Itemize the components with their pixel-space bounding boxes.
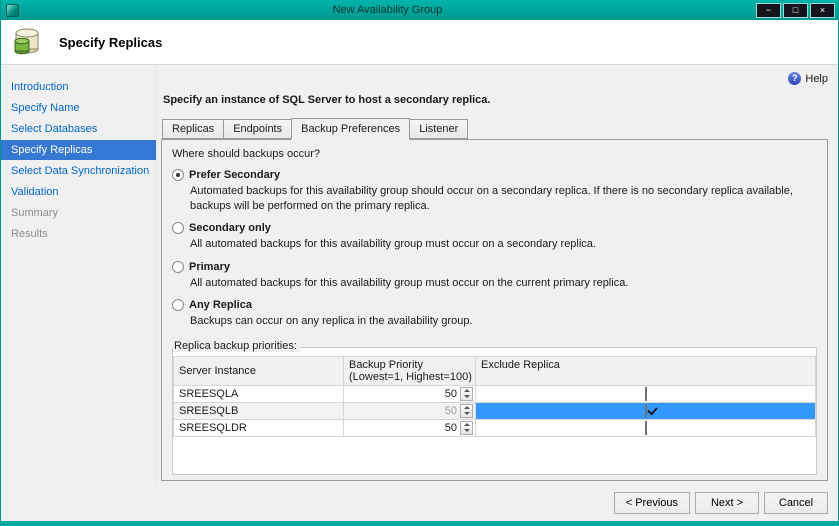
window-controls: − □ ×: [756, 3, 835, 18]
exclude-checkbox[interactable]: [645, 421, 647, 435]
database-icon: [11, 24, 45, 61]
sidebar-item-specify-name[interactable]: Specify Name: [1, 98, 156, 118]
tab-strip: Replicas Endpoints Backup Preferences Li…: [161, 118, 828, 139]
minimize-button[interactable]: −: [756, 3, 781, 18]
radio-primary[interactable]: Primary: [172, 261, 817, 273]
option-label: Primary: [189, 261, 230, 273]
radio-icon: [172, 261, 184, 273]
column-header-line1: Backup Priority: [349, 359, 470, 372]
priority-spinner: [460, 404, 473, 418]
column-header-backup-priority: Backup Priority (Lowest=1, Highest=100): [344, 356, 476, 385]
spinner-down-icon[interactable]: [461, 428, 472, 434]
page-title: Specify Replicas: [59, 35, 162, 50]
exclude-checkbox[interactable]: [645, 387, 647, 401]
option-primary: Primary All automated backups for this a…: [172, 261, 817, 291]
help-label: Help: [805, 73, 828, 85]
tab-replicas[interactable]: Replicas: [162, 119, 224, 139]
instruction-text: Specify an instance of SQL Server to hos…: [163, 94, 828, 106]
titlebar[interactable]: New Availability Group − □ ×: [1, 0, 838, 20]
option-label: Any Replica: [189, 299, 252, 311]
exclude-cell: [476, 402, 816, 419]
backup-question: Where should backups occur?: [172, 148, 818, 160]
column-header-server-instance: Server Instance: [174, 356, 344, 385]
exclude-checkbox[interactable]: [645, 404, 647, 418]
priority-value: 50: [445, 388, 457, 400]
priority-value: 50: [445, 405, 457, 417]
spinner-down-icon[interactable]: [461, 394, 472, 400]
server-cell[interactable]: SREESQLDR: [174, 419, 344, 436]
wizard-body: Introduction Specify Name Select Databas…: [1, 65, 838, 485]
priority-value: 50: [445, 422, 457, 434]
priority-spinner: [460, 387, 473, 401]
radio-icon: [172, 299, 184, 311]
tab-backup-preferences[interactable]: Backup Preferences: [291, 118, 410, 140]
radio-icon: [172, 222, 184, 234]
priorities-group-label: Replica backup priorities:: [173, 340, 301, 352]
help-link[interactable]: ? Help: [161, 71, 828, 86]
option-description: All automated backups for this availabil…: [190, 276, 817, 291]
server-cell[interactable]: SREESQLA: [174, 385, 344, 402]
spinner-down-icon[interactable]: [461, 411, 472, 417]
cancel-button[interactable]: Cancel: [764, 492, 828, 514]
radio-prefer-secondary[interactable]: Prefer Secondary: [172, 169, 817, 181]
next-button[interactable]: Next >: [695, 492, 759, 514]
server-cell[interactable]: SREESQLB: [174, 402, 344, 419]
option-description: Automated backups for this availability …: [190, 184, 817, 213]
window-title: New Availability Group: [19, 4, 756, 16]
steps-sidebar: Introduction Specify Name Select Databas…: [1, 65, 157, 485]
table-row: SREESQLDR 50: [174, 419, 816, 436]
option-prefer-secondary: Prefer Secondary Automated backups for t…: [172, 169, 817, 213]
column-header-line2: (Lowest=1, Highest=100): [349, 371, 470, 384]
radio-any-replica[interactable]: Any Replica: [172, 299, 817, 311]
option-label: Secondary only: [189, 222, 271, 234]
footer-bar: < Previous Next > Cancel: [1, 485, 838, 521]
exclude-cell: [476, 385, 816, 402]
sidebar-item-select-databases[interactable]: Select Databases: [1, 119, 156, 139]
option-secondary-only: Secondary only All automated backups for…: [172, 222, 817, 252]
help-icon: ?: [788, 72, 801, 85]
maximize-button[interactable]: □: [783, 3, 808, 18]
option-any-replica: Any Replica Backups can occur on any rep…: [172, 299, 817, 329]
main-content: ? Help Specify an instance of SQL Server…: [157, 65, 838, 485]
option-description: Backups can occur on any replica in the …: [190, 314, 817, 329]
priorities-groupbox: Replica backup priorities: Server Instan…: [172, 347, 817, 475]
sidebar-item-summary: Summary: [1, 203, 156, 223]
priority-spinner: [460, 421, 473, 435]
sidebar-item-results: Results: [1, 224, 156, 244]
option-description: All automated backups for this availabil…: [190, 237, 817, 252]
tab-listener[interactable]: Listener: [409, 119, 468, 139]
priorities-table: Server Instance Backup Priority (Lowest=…: [173, 356, 816, 437]
column-header-exclude-replica: Exclude Replica: [476, 356, 816, 385]
exclude-cell: [476, 419, 816, 436]
radio-icon: [172, 169, 184, 181]
app-icon: [6, 4, 19, 17]
sidebar-item-specify-replicas[interactable]: Specify Replicas: [1, 140, 156, 160]
sidebar-item-introduction[interactable]: Introduction: [1, 77, 156, 97]
priority-cell[interactable]: 50: [344, 419, 476, 436]
table-row: SREESQLB 50: [174, 402, 816, 419]
table-header-row: Server Instance Backup Priority (Lowest=…: [174, 356, 816, 385]
tab-endpoints[interactable]: Endpoints: [223, 119, 292, 139]
sidebar-item-validation[interactable]: Validation: [1, 182, 156, 202]
backup-preferences-panel: Where should backups occur? Prefer Secon…: [161, 139, 828, 481]
priority-cell[interactable]: 50: [344, 402, 476, 419]
table-row: SREESQLA 50: [174, 385, 816, 402]
sidebar-item-select-data-synchronization[interactable]: Select Data Synchronization: [1, 161, 156, 181]
close-button[interactable]: ×: [810, 3, 835, 18]
wizard-header: Specify Replicas: [1, 20, 838, 65]
previous-button[interactable]: < Previous: [614, 492, 690, 514]
option-label: Prefer Secondary: [189, 169, 280, 181]
wizard-window: New Availability Group − □ × Specify Rep…: [0, 0, 839, 526]
radio-secondary-only[interactable]: Secondary only: [172, 222, 817, 234]
priority-cell[interactable]: 50: [344, 385, 476, 402]
